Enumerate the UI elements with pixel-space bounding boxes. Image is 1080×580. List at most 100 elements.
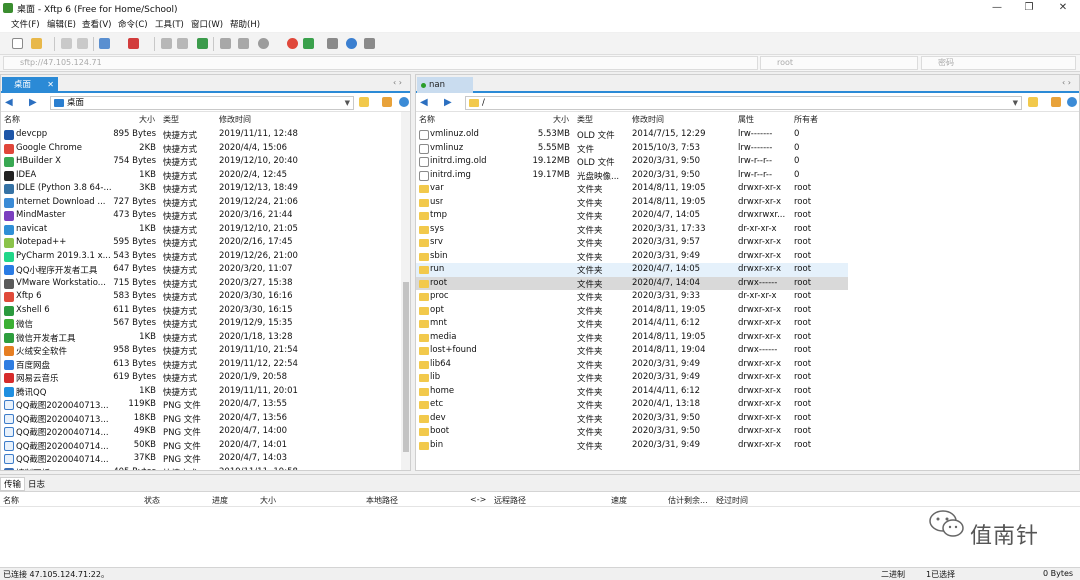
properties-icon[interactable] xyxy=(99,38,110,49)
remote-file-row[interactable]: sys 文件夹 2020/3/31, 17:33 dr-xr-xr-x root xyxy=(416,223,848,237)
remote-file-row[interactable]: lib 文件夹 2020/3/31, 9:49 drwxr-xr-x root xyxy=(416,371,848,385)
local-file-row[interactable]: QQ截图2020040714... 37KB PNG 文件 2020/4/7, 14:… xyxy=(1,452,401,466)
username-input[interactable]: root xyxy=(760,56,918,70)
local-file-row[interactable]: IDLE (Python 3.8 64-... 3KB 快捷方式 2019/12/13… xyxy=(1,182,401,196)
remote-file-row[interactable]: initrd.img 19.17MB 光盘映像... 2020/3/31, 9:50 l… xyxy=(416,169,848,183)
password-input[interactable]: 密码 xyxy=(921,56,1076,70)
back-icon[interactable]: ◀ xyxy=(5,97,13,108)
local-scrollbar[interactable] xyxy=(401,112,410,470)
col-remaining[interactable]: 估计剩余... xyxy=(668,495,708,506)
favorites-icon[interactable] xyxy=(1028,97,1038,107)
chevron-down-icon[interactable]: ▼ xyxy=(1013,97,1018,109)
local-file-row[interactable]: PyCharm 2019.3.1 x... 543 Bytes 快捷方式 2019/1… xyxy=(1,250,401,264)
parent-folder-icon[interactable] xyxy=(382,97,392,107)
tab-scroll-icon[interactable]: ‹ › xyxy=(1062,78,1071,87)
remote-file-row[interactable]: mnt 文件夹 2014/4/11, 6:12 drwxr-xr-x root xyxy=(416,317,848,331)
local-file-row[interactable]: navicat 1KB 快捷方式 2019/12/10, 21:05 xyxy=(1,223,401,237)
local-file-row[interactable]: devcpp 895 Bytes 快捷方式 2019/11/11, 12:48 xyxy=(1,128,401,142)
col-name[interactable]: 名称 xyxy=(4,114,20,125)
col-progress[interactable]: 进度 xyxy=(212,495,228,506)
menu-edit[interactable]: 编辑(E) xyxy=(47,18,76,30)
local-file-row[interactable]: QQ截图2020040714... 50KB PNG 文件 2020/4/7, 14:… xyxy=(1,439,401,453)
remote-file-row[interactable]: opt 文件夹 2014/8/11, 19:05 drwxr-xr-x root xyxy=(416,304,848,318)
remote-file-row[interactable]: bin 文件夹 2020/3/31, 9:49 drwxr-xr-x root xyxy=(416,439,848,453)
paste-icon[interactable] xyxy=(177,38,188,49)
remote-file-row[interactable]: initrd.img.old 19.12MB OLD 文件 2020/3/31, 9:… xyxy=(416,155,848,169)
host-input[interactable]: sftp://47.105.124.71 xyxy=(3,56,758,70)
local-file-row[interactable]: Notepad++ 595 Bytes 快捷方式 2020/2/16, 17:45 xyxy=(1,236,401,250)
local-file-row[interactable]: 控制面板405 Bytes快捷方式2019/11/11, 19:58 xyxy=(1,466,401,470)
remote-path-field[interactable]: / ▼ xyxy=(465,96,1022,110)
col-size[interactable]: 大小 xyxy=(139,114,155,125)
refresh-icon[interactable] xyxy=(399,97,409,107)
remote-file-row[interactable]: sbin 文件夹 2020/3/31, 9:49 drwxr-xr-x root xyxy=(416,250,848,264)
remote-file-row[interactable]: home 文件夹 2014/4/11, 6:12 drwxr-xr-x root xyxy=(416,385,848,399)
remote-file-row[interactable]: lib64 文件夹 2020/3/31, 9:49 drwxr-xr-x root xyxy=(416,358,848,372)
col-modified[interactable]: 修改时间 xyxy=(632,114,664,125)
col-local-path[interactable]: 本地路径 xyxy=(366,495,398,506)
col-owner[interactable]: 所有者 xyxy=(794,114,818,125)
copy-icon[interactable] xyxy=(161,38,172,49)
remote-file-row[interactable]: etc 文件夹 2020/4/1, 13:18 drwxr-xr-x root xyxy=(416,398,848,412)
col-remote-path[interactable]: 远程路径 xyxy=(494,495,526,506)
local-file-row[interactable]: 网易云音乐 619 Bytes 快捷方式 2020/1/9, 20:58 xyxy=(1,371,401,385)
menu-file[interactable]: 文件(F) xyxy=(11,18,40,30)
transfer-icon[interactable] xyxy=(128,38,139,49)
col-type[interactable]: 类型 xyxy=(577,114,593,125)
col-direction[interactable]: <-> xyxy=(470,495,486,504)
tab-scroll-icon[interactable]: ‹ › xyxy=(393,78,402,87)
close-icon[interactable]: ✕ xyxy=(47,77,54,93)
chevron-down-icon[interactable]: ▼ xyxy=(345,97,350,109)
sync-icon[interactable] xyxy=(197,38,208,49)
menu-help[interactable]: 帮助(H) xyxy=(230,18,260,30)
local-file-row[interactable]: QQ截图2020040713... 119KB PNG 文件 2020/4/7, 13… xyxy=(1,398,401,412)
remote-file-row[interactable]: lost+found 文件夹 2014/8/11, 19:04 drwx------ r… xyxy=(416,344,848,358)
local-file-row[interactable]: HBuilder X 754 Bytes 快捷方式 2019/12/10, 20:40 xyxy=(1,155,401,169)
col-speed[interactable]: 速度 xyxy=(611,495,627,506)
forward-icon[interactable]: ▶ xyxy=(444,97,452,108)
remote-file-row[interactable]: vmlinuz.old 5.53MB OLD 文件 2014/7/15, 12:29 l… xyxy=(416,128,848,142)
local-file-row[interactable]: QQ截图2020040713... 18KB PNG 文件 2020/4/7, 13:… xyxy=(1,412,401,426)
local-file-row[interactable]: MindMaster 473 Bytes 快捷方式 2020/3/16, 21:44 xyxy=(1,209,401,223)
xmanager-icon[interactable] xyxy=(303,38,314,49)
local-file-row[interactable]: 微信开发者工具 1KB 快捷方式 2020/1/18, 13:28 xyxy=(1,331,401,345)
local-file-row[interactable]: 火绒安全软件 958 Bytes 快捷方式 2019/11/10, 21:54 xyxy=(1,344,401,358)
local-file-row[interactable]: Xshell 6 611 Bytes 快捷方式 2020/3/30, 16:15 xyxy=(1,304,401,318)
new-session-icon[interactable] xyxy=(12,38,23,49)
refresh-icon[interactable] xyxy=(1067,97,1077,107)
refresh-icon[interactable] xyxy=(220,38,231,49)
disconnect-icon[interactable] xyxy=(77,38,88,49)
connect-icon[interactable] xyxy=(61,38,72,49)
menu-tools[interactable]: 工具(T) xyxy=(155,18,184,30)
col-name[interactable]: 名称 xyxy=(419,114,435,125)
tab-log[interactable]: 日志 xyxy=(28,478,45,490)
forward-icon[interactable]: ▶ xyxy=(29,97,37,108)
open-folder-icon[interactable] xyxy=(31,38,42,49)
col-size[interactable]: 大小 xyxy=(260,495,276,506)
menu-command[interactable]: 命令(C) xyxy=(118,18,148,30)
local-file-row[interactable]: QQ截图2020040714... 49KB PNG 文件 2020/4/7, 14:… xyxy=(1,425,401,439)
local-file-row[interactable]: VMware Workstatio... 715 Bytes 快捷方式 2020/3/… xyxy=(1,277,401,291)
col-name[interactable]: 名称 xyxy=(3,495,19,506)
remote-file-row[interactable]: usr 文件夹 2014/8/11, 19:05 drwxr-xr-x root xyxy=(416,196,848,210)
local-file-row[interactable]: QQ小程序开发者工具 647 Bytes 快捷方式 2020/3/20, 11:07 xyxy=(1,263,401,277)
remote-file-row[interactable]: root 文件夹 2020/4/7, 14:04 drwx------ root xyxy=(416,276,848,290)
favorites-icon[interactable] xyxy=(359,97,369,107)
local-path-field[interactable]: 桌面 ▼ xyxy=(50,96,354,110)
stop-icon[interactable] xyxy=(258,38,269,49)
local-file-row[interactable]: IDEA 1KB 快捷方式 2020/2/4, 12:45 xyxy=(1,169,401,183)
menu-window[interactable]: 窗口(W) xyxy=(191,18,223,30)
remote-file-row[interactable]: vmlinuz 5.55MB 文件 2015/10/3, 7:53 lrw-------… xyxy=(416,142,848,156)
close-button[interactable]: ✕ xyxy=(1046,0,1080,16)
help-icon[interactable] xyxy=(346,38,357,49)
col-attributes[interactable]: 属性 xyxy=(738,114,754,125)
remote-file-row[interactable]: var 文件夹 2014/8/11, 19:05 drwxr-xr-x root xyxy=(416,182,848,196)
local-file-row[interactable]: Google Chrome 2KB 快捷方式 2020/4/4, 15:06 xyxy=(1,142,401,156)
local-file-row[interactable]: Xftp 6 583 Bytes 快捷方式 2020/3/30, 16:16 xyxy=(1,290,401,304)
minimize-button[interactable]: — xyxy=(980,0,1014,16)
remote-file-row[interactable]: dev 文件夹 2020/3/31, 9:50 drwxr-xr-x root xyxy=(416,412,848,426)
parent-folder-icon[interactable] xyxy=(1051,97,1061,107)
remote-file-row[interactable]: boot 文件夹 2020/3/31, 9:50 drwxr-xr-x root xyxy=(416,425,848,439)
maximize-button[interactable]: ❐ xyxy=(1012,0,1046,16)
local-file-row[interactable]: 百度网盘 613 Bytes 快捷方式 2019/11/12, 22:54 xyxy=(1,358,401,372)
